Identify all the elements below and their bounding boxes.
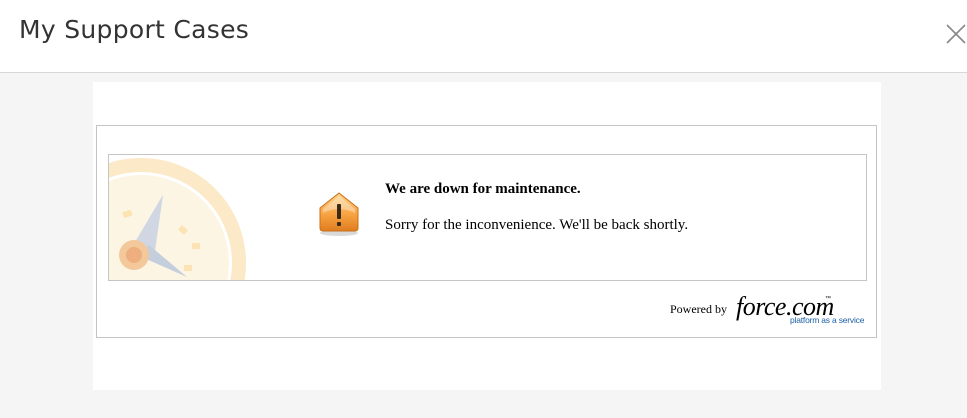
warning-icon bbox=[319, 192, 359, 236]
modal-title: My Support Cases bbox=[19, 15, 250, 44]
maintenance-message: Sorry for the inconvenience. We'll be ba… bbox=[385, 217, 689, 233]
compass-icon bbox=[109, 158, 246, 280]
maintenance-frame: We are down for maintenance. Sorry for t… bbox=[96, 125, 877, 338]
force-com-logo-tagline: platform as a service bbox=[790, 315, 865, 325]
maintenance-message-box: We are down for maintenance. Sorry for t… bbox=[108, 154, 867, 281]
close-button[interactable] bbox=[944, 22, 967, 46]
maintenance-title: We are down for maintenance. bbox=[385, 181, 581, 197]
force-com-logo-trademark: ™ bbox=[825, 296, 831, 302]
content-panel: We are down for maintenance. Sorry for t… bbox=[93, 82, 881, 390]
powered-by-label: Powered by bbox=[670, 302, 727, 316]
modal-header: My Support Cases bbox=[0, 0, 967, 73]
force-com-logo[interactable]: force.com ™ platform as a service bbox=[733, 292, 868, 326]
close-icon bbox=[946, 24, 966, 44]
